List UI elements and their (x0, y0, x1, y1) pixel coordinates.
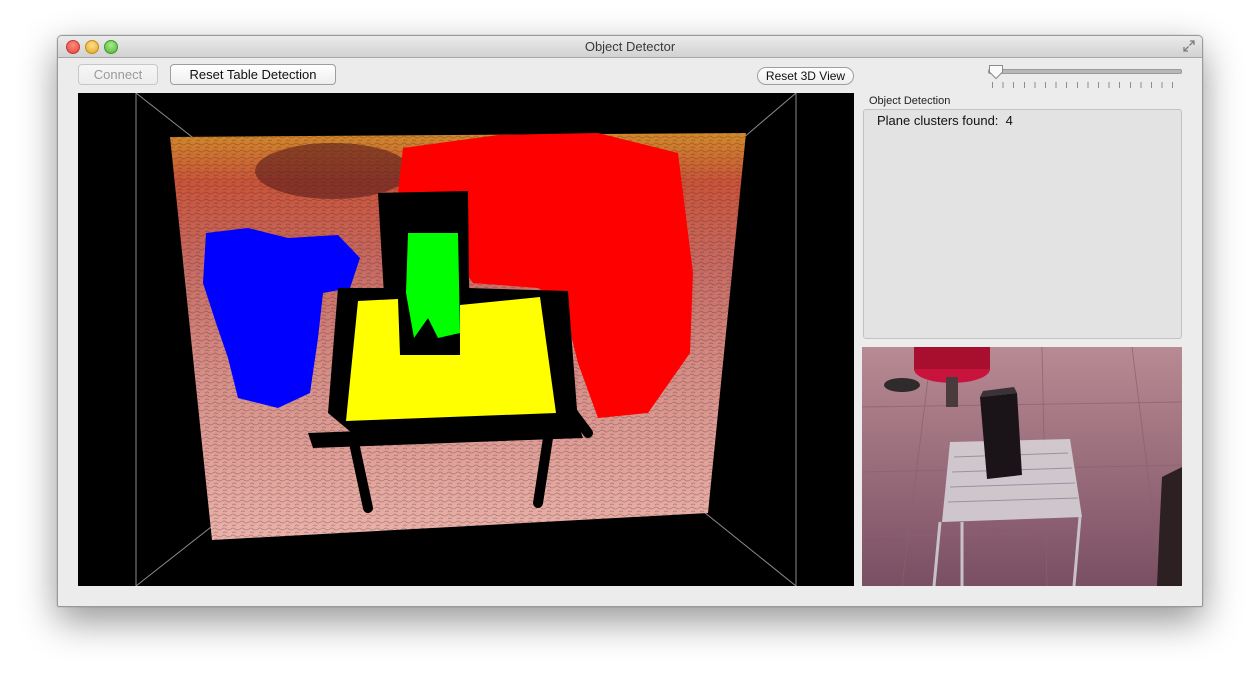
reset-3d-view-button[interactable]: Reset 3D View (757, 67, 854, 85)
point-cloud-viewport[interactable] (78, 93, 854, 586)
camera-preview (862, 347, 1182, 586)
status-label: Plane clusters found: (877, 113, 999, 128)
reset-table-detection-button[interactable]: Reset Table Detection (170, 64, 336, 85)
object-detection-label: Object Detection (869, 95, 951, 107)
slider-thumb[interactable] (988, 64, 1004, 80)
cluster-green (406, 233, 460, 338)
slider[interactable] (988, 64, 1182, 92)
slider-track[interactable] (988, 69, 1182, 74)
status-value: 4 (1005, 113, 1013, 128)
app-window: Object Detector Connect Reset Table Dete… (57, 35, 1203, 607)
fullscreen-icon[interactable] (1182, 39, 1196, 53)
object-detection-panel: Plane clusters found: 4 (863, 109, 1182, 339)
connect-button[interactable]: Connect (78, 64, 158, 85)
window-title: Object Detector (584, 39, 676, 54)
slider-ticks (992, 82, 1178, 88)
title-bar: Object Detector (58, 36, 1202, 58)
plane-clusters-status: Plane clusters found: 4 (877, 113, 1013, 128)
